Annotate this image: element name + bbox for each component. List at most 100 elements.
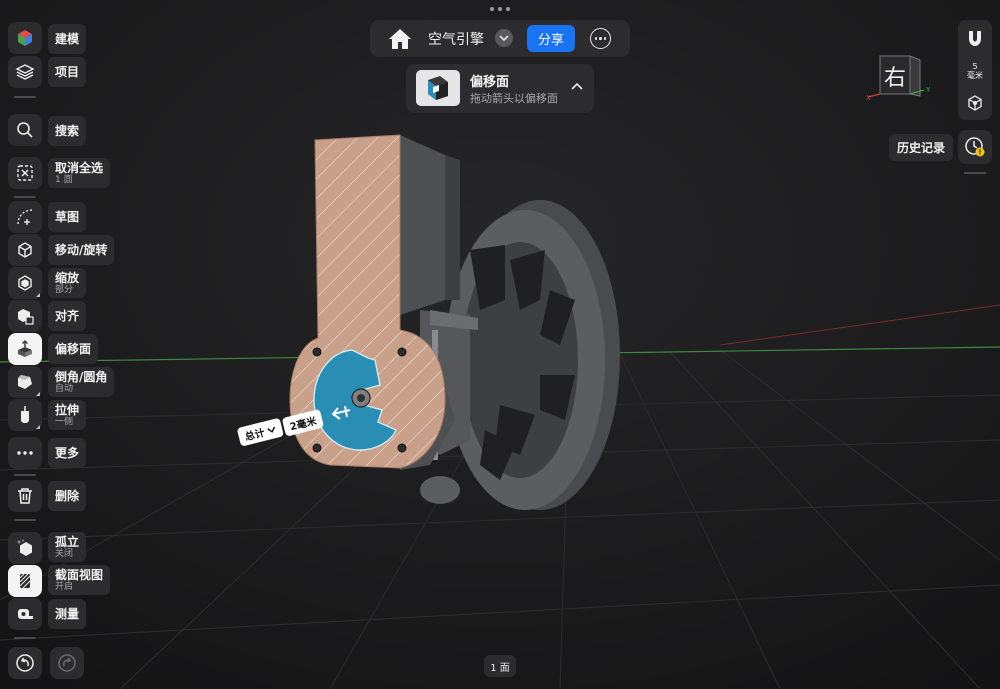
document-title[interactable]: 空气引擎 — [428, 29, 484, 49]
isolate-subtext: 关闭 — [55, 549, 74, 559]
chevron-up-icon[interactable] — [571, 82, 583, 90]
move-rotate-text: 移动/旋转 — [55, 243, 108, 257]
projects-label[interactable]: 项目 — [48, 57, 87, 87]
undo-icon — [16, 654, 34, 672]
section-view-subtext: 开启 — [55, 582, 74, 592]
delete-text: 删除 — [55, 489, 80, 503]
search-text: 搜索 — [55, 124, 80, 138]
offset-face-label[interactable]: 偏移面 — [48, 334, 99, 364]
history-button[interactable] — [958, 130, 992, 164]
modeling-label[interactable]: 建模 — [48, 24, 87, 54]
section-view-icon — [19, 573, 31, 589]
offset-face-thumbnail — [416, 70, 460, 106]
search-label[interactable]: 搜索 — [48, 116, 87, 146]
fillet-chamfer-button[interactable] — [8, 366, 42, 398]
section-view-label[interactable]: 截面视图 开启 — [48, 565, 111, 595]
undo-button[interactable] — [8, 647, 42, 679]
more-tools-label[interactable]: 更多 — [48, 438, 87, 468]
share-button[interactable]: 分享 — [527, 25, 575, 52]
document-menu-button[interactable] — [495, 29, 513, 47]
toolbar-divider — [14, 637, 36, 639]
toolbar-divider — [14, 196, 36, 198]
dot-icon — [599, 37, 602, 40]
submenu-corner-icon — [36, 392, 40, 396]
snap-magnet-icon[interactable] — [965, 28, 985, 48]
extrude-subtext: 一侧 — [55, 417, 74, 427]
delete-label[interactable]: 删除 — [48, 481, 87, 511]
deselect-all-text: 取消全选 — [55, 161, 104, 175]
offset-face-button[interactable] — [8, 333, 42, 365]
history-label[interactable]: 历史记录 — [889, 134, 954, 161]
fillet-chamfer-subtext: 自动 — [55, 384, 74, 394]
offset-face-icon — [18, 339, 32, 357]
deselect-all-label[interactable]: 取消全选 1 面 — [48, 158, 111, 188]
scale-icon — [18, 275, 32, 291]
scale-button[interactable] — [8, 267, 42, 299]
projects-button[interactable] — [8, 56, 42, 88]
view-cube-face-label: 右 — [883, 66, 906, 91]
measure-text: 测量 — [55, 607, 80, 621]
fillet-icon — [18, 375, 32, 389]
fillet-chamfer-text: 倒角/圆角 — [55, 370, 108, 384]
chevron-down-icon — [499, 35, 509, 42]
projects-text: 项目 — [55, 65, 80, 79]
sketch-text: 草图 — [55, 210, 80, 224]
dimension-mode-label: 总计 — [243, 427, 267, 444]
sketch-button[interactable] — [8, 201, 42, 233]
home-icon — [389, 29, 411, 49]
toolbar-divider — [14, 519, 36, 521]
measure-label[interactable]: 测量 — [48, 599, 87, 629]
align-text: 对齐 — [55, 309, 80, 323]
selection-count: 1 面 — [484, 655, 516, 677]
extrude-label[interactable]: 拉伸 一侧 — [48, 400, 87, 430]
trash-icon — [18, 488, 32, 504]
home-button[interactable] — [388, 28, 412, 50]
deselect-icon — [17, 165, 33, 181]
measure-button[interactable] — [8, 598, 42, 630]
more-options-button[interactable] — [590, 28, 611, 49]
chevron-down-icon — [267, 426, 276, 433]
axis-y-label: Y — [925, 86, 931, 94]
deselect-all-subtext: 1 面 — [55, 175, 73, 185]
fillet-chamfer-label[interactable]: 倒角/圆角 自动 — [48, 367, 115, 397]
isolate-label[interactable]: 孤立 关闭 — [48, 532, 87, 562]
more-tools-button[interactable] — [8, 437, 42, 469]
section-view-button[interactable] — [8, 565, 42, 597]
modeling-button[interactable] — [8, 22, 42, 54]
search-button[interactable] — [8, 114, 42, 146]
scale-text: 缩放 — [55, 271, 80, 285]
align-button[interactable] — [8, 300, 42, 332]
submenu-corner-icon — [36, 293, 40, 297]
command-title: 偏移面 — [470, 75, 510, 90]
command-hint: 拖动箭头以偏移面 — [470, 92, 558, 105]
toolbar-divider — [14, 474, 36, 476]
extrude-button[interactable] — [8, 399, 42, 431]
submenu-corner-icon — [36, 425, 40, 429]
move-rotate-icon — [18, 242, 32, 258]
move-rotate-button[interactable] — [8, 234, 42, 266]
sketch-label[interactable]: 草图 — [48, 202, 87, 232]
align-label[interactable]: 对齐 — [48, 301, 87, 331]
extrude-text: 拉伸 — [55, 403, 80, 417]
search-icon — [17, 122, 33, 138]
delete-button[interactable] — [8, 480, 42, 512]
modeling-text: 建模 — [55, 32, 80, 46]
snap-increment[interactable]: 5 毫米 — [958, 62, 992, 80]
isolate-button[interactable] — [8, 532, 42, 564]
move-rotate-label[interactable]: 移动/旋转 — [48, 235, 115, 265]
toolbar-divider — [14, 96, 36, 98]
window-grabber[interactable] — [490, 7, 510, 11]
cube-snap-icon[interactable] — [966, 94, 984, 112]
isolate-text: 孤立 — [55, 535, 80, 549]
deselect-all-button[interactable] — [8, 157, 42, 189]
align-icon — [18, 309, 34, 325]
redo-button[interactable] — [50, 647, 84, 679]
toolbar-divider — [964, 172, 986, 174]
history-clock-icon — [965, 137, 985, 157]
dot-icon — [594, 37, 598, 40]
scale-label[interactable]: 缩放 部分 — [48, 268, 87, 298]
snap-unit: 毫米 — [967, 71, 983, 80]
more-tools-text: 更多 — [55, 446, 80, 460]
layers-icon — [15, 64, 35, 80]
scale-subtext: 部分 — [55, 285, 74, 295]
